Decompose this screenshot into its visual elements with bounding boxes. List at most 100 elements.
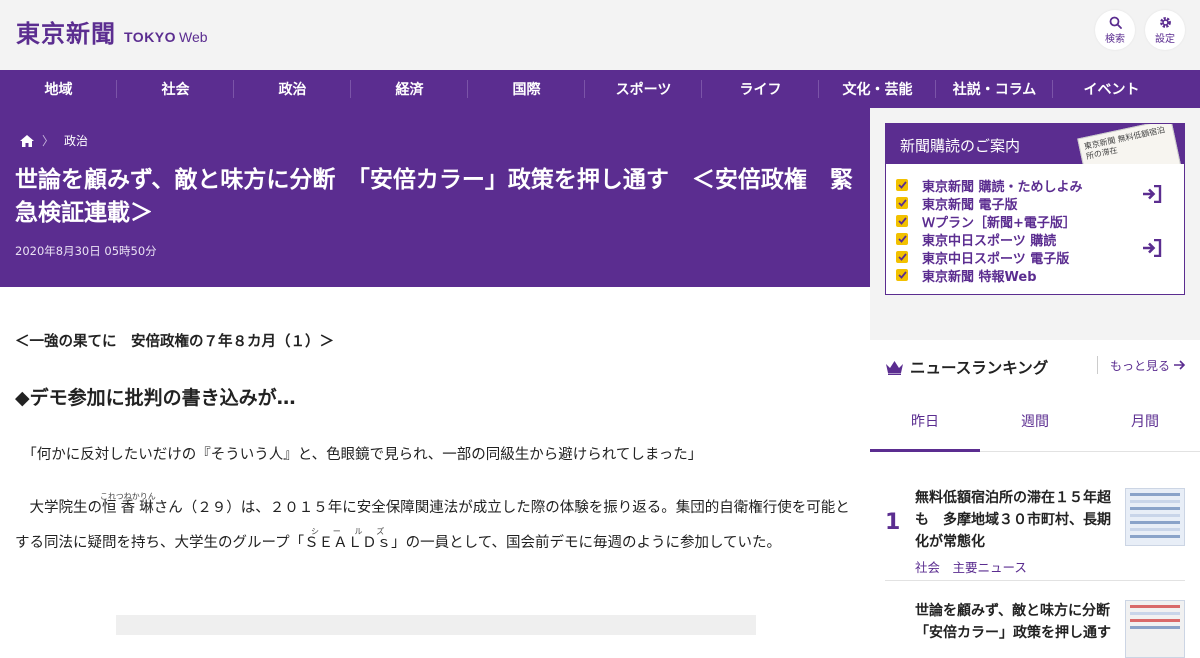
group-name-ruby: シールズ (304, 526, 392, 536)
thumbnail-row (1130, 493, 1180, 496)
gear-icon (1159, 16, 1171, 28)
subscription-link-label: 東京中日スポーツ 購読 (922, 233, 1057, 249)
home-icon[interactable] (20, 134, 34, 147)
ranking-more-link[interactable]: もっと見る (1097, 356, 1186, 374)
article-paragraph: 「何かに反対したいだけの『そういう人』と、色眼鏡で見られ、一部の同級生から避けら… (15, 445, 855, 465)
tab-yesterday[interactable]: 昨日 (870, 390, 980, 452)
breadcrumb-separator: 〉 (42, 134, 55, 148)
article-date: 2020年8月30日 05時50分 (15, 244, 157, 258)
check-icon (896, 251, 908, 263)
thumbnail-row (1130, 626, 1180, 629)
site-header: 東京新聞 TOKYO Web 検索 設定 (0, 0, 1200, 70)
news-ranking: ニュースランキング もっと見る 昨日 週間 月間 1 無料低額宿泊所の滞在１５年… (870, 340, 1200, 658)
ranking-title: ニュースランキング (910, 359, 1049, 377)
ranking-item-title: 無料低額宿泊所の滞在１５年超も 多摩地域３０市町村、長期化が常態化 (915, 490, 1111, 550)
check-icon (896, 215, 908, 227)
subscription-link[interactable]: Ｗプラン［新聞+電子版］ (896, 212, 1176, 231)
ranking-item[interactable]: 世論を顧みず、敵と味方に分断 「安倍カラー」政策を押し通す (885, 580, 1185, 658)
ranking-item-title: 世論を顧みず、敵と味方に分断 「安倍カラー」政策を押し通す (915, 603, 1125, 641)
subscription-link[interactable]: 東京新聞 購読・ためしよみ (896, 176, 1176, 195)
nav-item-politics[interactable]: 政治 (234, 70, 351, 108)
group-name: ＳＥＡＬＤｓシールズ (304, 527, 392, 551)
person-name-ruby: これつねかりん (99, 492, 156, 501)
group-name-text: ＳＥＡＬＤｓ (304, 534, 392, 551)
nav-item-international[interactable]: 国際 (468, 70, 585, 108)
crown-icon (886, 360, 903, 375)
subscription-heading: 新聞購読のご案内 (900, 137, 1021, 155)
subscription-link[interactable]: 東京中日スポーツ 購読 (896, 230, 1176, 249)
logo-main: 東京新聞 (16, 19, 116, 48)
thumbnail-row (1130, 507, 1180, 510)
subscription-link-label: 東京新聞 電子版 (922, 197, 1018, 213)
subscription-link[interactable]: 東京新聞 特報Web (896, 266, 1176, 285)
ranking-thumbnail (1125, 488, 1185, 546)
main-nav: 地域 社会 政治 経済 国際 スポーツ ライフ 文化・芸能 社説・コラム イベン… (0, 70, 1200, 108)
divider (885, 580, 1185, 581)
breadcrumb-category[interactable]: 政治 (64, 132, 88, 149)
subscription-links: 東京新聞 購読・ためしよみ 東京新聞 電子版 Ｗプラン［新聞+電子版］ 東京中日… (896, 176, 1176, 285)
tab-weekly[interactable]: 週間 (980, 390, 1090, 451)
search-label: 検索 (1105, 33, 1125, 45)
subscription-box: 新聞購読のご案内 東京新聞 無料低額宿泊所の滞在 東京新聞 購読・ためしよみ 東… (885, 123, 1185, 295)
ranking-item[interactable]: 1 無料低額宿泊所の滞在１５年超も 多摩地域３０市町村、長期化が常態化 社会 主… (885, 480, 1185, 600)
ranking-tabs: 昨日 週間 月間 (870, 390, 1200, 452)
subscription-link-label: 東京新聞 特報Web (922, 269, 1037, 285)
thumbnail-row (1130, 612, 1180, 615)
subscription-link-label: 東京新聞 購読・ためしよみ (922, 179, 1083, 195)
thumbnail-row (1130, 528, 1180, 531)
check-icon (896, 233, 908, 245)
paragraph-text: 大学院生の (29, 500, 103, 516)
nav-item-culture[interactable]: 文化・芸能 (819, 70, 936, 108)
tab-monthly[interactable]: 月間 (1090, 390, 1200, 451)
thumbnail-row (1130, 535, 1180, 538)
ranking-thumbnail (1125, 600, 1185, 658)
nav-item-region[interactable]: 地域 (0, 70, 117, 108)
subscription-link[interactable]: 東京中日スポーツ 電子版 (896, 239, 1176, 267)
check-icon (896, 197, 908, 209)
login-icon[interactable] (1142, 239, 1162, 257)
nav-item-life[interactable]: ライフ (702, 70, 819, 108)
article-header: 〉 政治 世論を顧みず、敵と味方に分断 「安倍カラー」政策を押し通す ＜安倍政権… (0, 108, 870, 287)
nav-item-economy[interactable]: 経済 (351, 70, 468, 108)
check-icon (896, 269, 908, 281)
article-image (116, 615, 756, 635)
site-logo[interactable]: 東京新聞 TOKYO Web (16, 14, 208, 49)
subscription-link[interactable]: 東京新聞 電子版 (896, 185, 1176, 213)
article-paragraph: 大学院生の恒香琳これつねかりんさん（２９）は、２０１５年に安全保障関連法が成立し… (15, 491, 855, 560)
logo-tokyo: TOKYO (124, 29, 177, 45)
ranking-more-label: もっと見る (1110, 358, 1171, 373)
subscription-header: 新聞購読のご案内 東京新聞 無料低額宿泊所の滞在 (886, 124, 1184, 164)
arrow-right-icon (1174, 360, 1186, 370)
section-heading: ◆デモ参加に批判の書き込みが… (15, 387, 296, 409)
logo-web: Web (179, 29, 208, 45)
ranking-header: ニュースランキング (885, 356, 1048, 378)
nav-item-society[interactable]: 社会 (117, 70, 234, 108)
thumbnail-row (1130, 521, 1180, 524)
ranking-number: 1 (885, 510, 901, 535)
newspaper-image-text: 東京新聞 無料低額宿泊所の滞在 (1083, 125, 1166, 162)
thumbnail-row (1130, 619, 1180, 622)
search-icon (1109, 16, 1122, 29)
thumbnail-row (1130, 514, 1180, 517)
article-subtitle: ＜一強の果てに 安倍政権の７年８カ月（１）＞ (15, 334, 334, 350)
paragraph-text: 」の一員として、国会前デモに毎週のように参加していた。 (391, 534, 782, 551)
search-button[interactable]: 検索 (1095, 10, 1135, 50)
settings-label: 設定 (1155, 33, 1175, 45)
newspaper-image: 東京新聞 無料低額宿泊所の滞在 (1077, 124, 1183, 164)
person-name: 恒香琳これつねかりん (99, 492, 156, 516)
login-icon[interactable] (1142, 185, 1162, 203)
sidebar: 新聞購読のご案内 東京新聞 無料低額宿泊所の滞在 東京新聞 購読・ためしよみ 東… (870, 108, 1200, 658)
nav-item-editorial[interactable]: 社説・コラム (936, 70, 1053, 108)
settings-button[interactable]: 設定 (1145, 10, 1185, 50)
nav-item-events[interactable]: イベント (1053, 70, 1170, 108)
breadcrumb: 〉 政治 (20, 132, 88, 149)
subscription-link-label: 東京中日スポーツ 電子版 (922, 251, 1070, 267)
check-icon (896, 179, 908, 191)
article-title: 世論を顧みず、敵と味方に分断 「安倍カラー」政策を押し通す ＜安倍政権 緊急検証… (15, 167, 853, 226)
ranking-item-category[interactable]: 社会 主要ニュース (915, 557, 1027, 576)
person-name-text: 恒香琳 (99, 500, 156, 516)
paragraph-text: 「何かに反対したいだけの『そういう人』と、色眼鏡で見られ、一部の同級生から避けら… (29, 447, 703, 463)
thumbnail-row (1130, 605, 1180, 608)
nav-item-sports[interactable]: スポーツ (585, 70, 702, 108)
subscription-link-label: Ｗプラン［新聞+電子版］ (922, 215, 1076, 231)
